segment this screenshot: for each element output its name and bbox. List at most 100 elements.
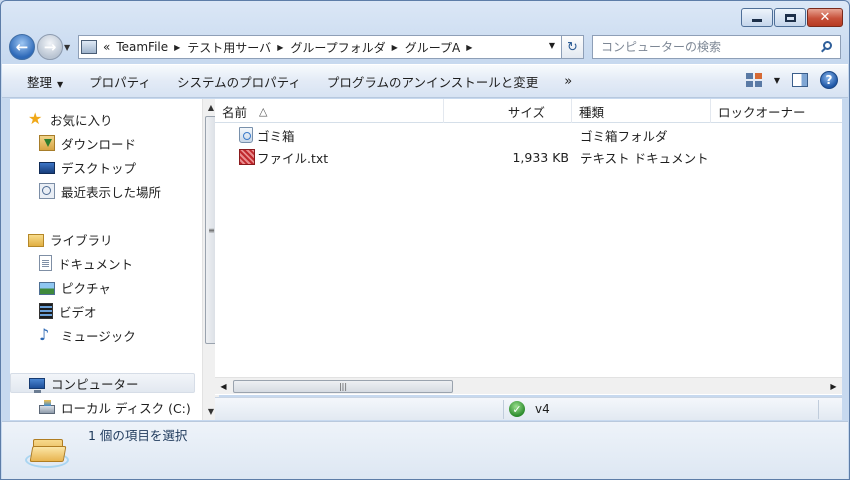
organize-label: 整理 [27, 74, 53, 90]
maximize-button[interactable] [774, 8, 806, 27]
picture-icon [39, 281, 55, 295]
column-header-lock-owner[interactable]: ロックオーナー [711, 99, 842, 123]
help-icon[interactable]: ? [820, 71, 838, 89]
details-pane: 1 個の項目を選択 [2, 421, 848, 479]
drive-icon [39, 400, 55, 414]
sidebar-item-label: お気に入り [50, 112, 113, 128]
sidebar-item-label: デスクトップ [61, 160, 137, 176]
sidebar-item-favorites[interactable]: ★ お気に入り [28, 109, 113, 129]
close-icon: ✕ [819, 10, 831, 25]
sidebar-item-local-disk[interactable]: ローカル ディスク (C:) [39, 397, 191, 417]
minimize-button[interactable] [741, 8, 773, 27]
column-header-type[interactable]: 種類 [572, 99, 711, 123]
breadcrumb-group-a[interactable]: グループA [405, 39, 461, 56]
file-list: 名前 △ サイズ 種類 ロックオーナー ゴミ箱 ゴミ箱フォルダ ファイル.txt… [215, 99, 842, 395]
search-icon[interactable] [820, 40, 834, 54]
refresh-button[interactable]: ↻ [562, 35, 584, 59]
status-divider [503, 400, 504, 419]
change-view-icon[interactable] [745, 73, 762, 87]
sidebar-item-downloads[interactable]: ダウンロード [39, 133, 136, 153]
scroll-right-icon[interactable]: ▶ [825, 378, 842, 394]
navigation-pane: ★ お気に入り ダウンロード デスクトップ 最近表示した場所 ライブラリ ドキュ… [10, 99, 219, 420]
breadcrumb-chevron-icon[interactable]: ▶ [466, 43, 472, 52]
music-icon: ♪ [39, 325, 50, 344]
file-type: ゴミ箱フォルダ [580, 128, 668, 144]
search-box[interactable] [592, 35, 841, 59]
view-options-dropdown-icon[interactable]: ▼ [774, 76, 780, 85]
selection-count: 1 個の項目を選択 [88, 428, 188, 443]
sidebar-item-music[interactable]: ♪ ミュージック [39, 325, 136, 345]
column-header-size[interactable]: サイズ [444, 99, 572, 123]
sidebar-item-label: ライブラリ [50, 232, 113, 248]
breadcrumb-overflow[interactable]: « [103, 40, 110, 54]
library-icon [28, 233, 44, 247]
back-arrow-icon: ← [15, 38, 29, 56]
check-icon: ✓ [509, 401, 525, 417]
sidebar-item-label: ローカル ディスク (C:) [61, 400, 191, 416]
sidebar-item-pictures[interactable]: ピクチャ [39, 277, 111, 297]
sidebar-item-computer[interactable]: コンピューター [10, 373, 195, 393]
preview-pane-icon[interactable] [792, 73, 808, 87]
search-input[interactable] [601, 40, 801, 54]
breadcrumb-chevron-icon[interactable]: ▶ [174, 43, 180, 52]
sidebar-item-libraries[interactable]: ライブラリ [28, 229, 113, 249]
sidebar-item-label: ピクチャ [61, 280, 111, 296]
back-button[interactable]: ← [9, 34, 35, 60]
address-bar[interactable]: « TeamFile ▶ テスト用サーバ ▶ グループフォルダ ▶ グループA … [78, 35, 562, 59]
more-commands-button[interactable]: » [564, 74, 572, 89]
recent-pages-dropdown[interactable]: ▼ [64, 43, 74, 52]
organize-menu[interactable]: 整理 ▼ [27, 72, 63, 91]
file-name-cell: ゴミ箱 [239, 124, 295, 146]
caption-buttons: ✕ [741, 8, 843, 27]
table-row[interactable]: ファイル.txt 1,933 KB テキスト ドキュメント [215, 146, 842, 168]
breadcrumb-group-folder[interactable]: グループフォルダ [290, 39, 385, 56]
computer-small-icon [81, 40, 97, 54]
uninstall-program-button[interactable]: プログラムのアンインストールと変更 [327, 72, 538, 91]
breadcrumb-test-server[interactable]: テスト用サーバ [187, 39, 271, 56]
file-name-cell: ファイル.txt [239, 146, 328, 168]
table-row[interactable]: ゴミ箱 ゴミ箱フォルダ [215, 124, 842, 146]
horizontal-scroll-thumb[interactable]: ||| [233, 380, 453, 393]
breadcrumb-teamfile[interactable]: TeamFile [116, 40, 168, 54]
address-row: ← → ▼ « TeamFile ▶ テスト用サーバ ▶ グループフォルダ ▶ … [9, 34, 841, 60]
status-strip: ✓ v4 [215, 397, 842, 420]
recycle-bin-icon [239, 127, 253, 143]
star-icon: ★ [28, 109, 43, 128]
minimize-icon [752, 19, 762, 22]
desktop-icon [39, 162, 55, 174]
explorer-window: ✕ ← → ▼ « TeamFile ▶ テスト用サーバ ▶ グループフォルダ … [0, 0, 850, 480]
breadcrumb-chevron-icon[interactable]: ▶ [277, 43, 283, 52]
computer-icon [29, 378, 45, 393]
sidebar-item-documents[interactable]: ドキュメント [39, 253, 133, 273]
video-icon [39, 303, 53, 319]
file-size: 1,933 KB [512, 149, 569, 165]
status-divider [818, 400, 819, 419]
file-name: ファイル.txt [257, 150, 329, 166]
sidebar-item-desktop[interactable]: デスクトップ [39, 157, 136, 177]
scroll-left-icon[interactable]: ◀ [215, 378, 232, 394]
maximize-icon [784, 13, 796, 22]
system-properties-button[interactable]: システムのプロパティ [177, 72, 301, 91]
sort-ascending-icon: △ [259, 104, 268, 118]
column-name-label: 名前 [222, 104, 248, 120]
sidebar-item-label: ビデオ [59, 304, 97, 320]
sidebar-item-recent-places[interactable]: 最近表示した場所 [39, 181, 161, 201]
chevron-down-icon: ▼ [57, 79, 64, 89]
forward-arrow-icon: → [43, 38, 57, 56]
close-button[interactable]: ✕ [807, 8, 843, 27]
sidebar-item-videos[interactable]: ビデオ [39, 301, 97, 321]
forward-button[interactable]: → [37, 34, 63, 60]
properties-button[interactable]: プロパティ [89, 72, 151, 91]
breadcrumb-chevron-icon[interactable]: ▶ [392, 43, 398, 52]
address-dropdown-icon[interactable]: ▼ [549, 41, 555, 50]
column-header-name[interactable]: 名前 △ [215, 99, 444, 123]
file-type: テキスト ドキュメント [580, 150, 709, 166]
sidebar-item-label: ミュージック [61, 328, 136, 344]
download-folder-icon [39, 135, 55, 151]
command-bar: 整理 ▼ プロパティ システムのプロパティ プログラムのアンインストールと変更 »… [2, 64, 848, 98]
refresh-icon: ↻ [567, 39, 578, 55]
sidebar-item-label: ダウンロード [61, 136, 137, 152]
file-list-horizontal-scrollbar[interactable]: ◀ ||| ▶ [215, 377, 842, 394]
column-header-row: 名前 △ サイズ 種類 ロックオーナー [215, 99, 842, 123]
file-name: ゴミ箱 [257, 128, 295, 144]
